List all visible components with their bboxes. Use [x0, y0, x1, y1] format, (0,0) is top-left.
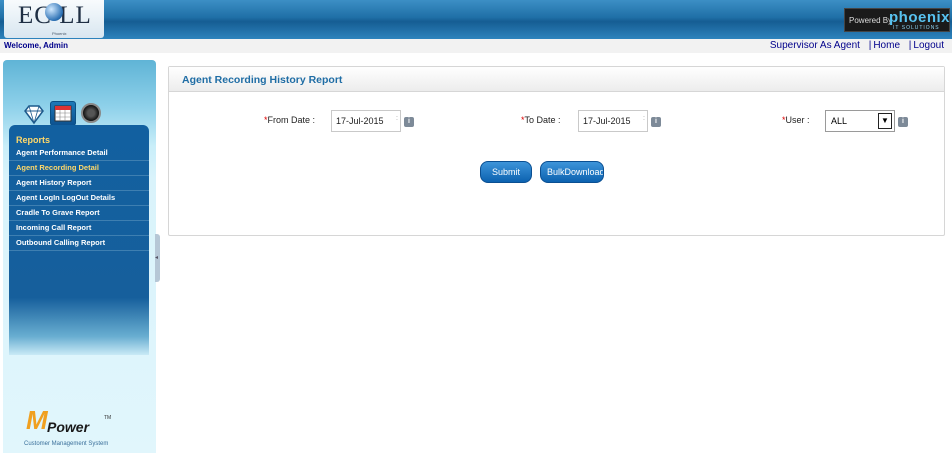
to-date-label-text: To Date : — [524, 115, 561, 125]
bulk-download-button[interactable]: BulkDownload — [540, 161, 604, 183]
diamond-icon[interactable] — [23, 103, 45, 125]
top-banner: EC LL Phoenix Powered By phoenix IT SOLU… — [0, 0, 952, 39]
sidebar-item-outbound-calling-report[interactable]: Outbound Calling Report — [9, 236, 149, 251]
collapse-arrow-icon: ◂ — [155, 255, 159, 261]
sidebar-item-agent-recording-detail[interactable]: Agent Recording Detail — [9, 161, 149, 176]
sidebar-item-cradle-to-grave-report[interactable]: Cradle To Grave Report — [9, 206, 149, 221]
welcome-text: Welcome, Admin — [4, 41, 69, 50]
to-date-value: 17-Jul-2015 — [583, 116, 631, 126]
sidebar-item-agent-performance-detail[interactable]: Agent Performance Detail — [9, 146, 149, 161]
logo-tagline: Phoenix — [52, 31, 67, 36]
phoenix-brand-sub: IT SOLUTIONS — [893, 25, 940, 31]
mpower-subtitle: Customer Management System — [24, 441, 109, 447]
sidebar-item-agent-login-logout-details[interactable]: Agent LogIn LogOut Details — [9, 191, 149, 206]
date-caret-icon: : — [643, 115, 645, 122]
top-links: Supervisor As Agent | Home | Logout — [770, 40, 944, 51]
user-select-value: ALL — [831, 116, 848, 126]
sidebar-collapse-handle[interactable]: ◂ — [155, 234, 160, 282]
info-icon[interactable]: i — [898, 117, 908, 127]
logo-globe-icon — [45, 3, 63, 21]
logout-link[interactable]: Logout — [913, 40, 944, 51]
ecall-logo: EC LL Phoenix — [4, 0, 104, 38]
reports-title: Reports — [16, 135, 51, 145]
info-icon[interactable]: i — [651, 117, 661, 127]
calendar-icon[interactable] — [50, 101, 76, 126]
sidebar: Reports Agent Performance Detail Agent R… — [3, 60, 156, 453]
phoenix-brand: phoenix — [889, 9, 951, 26]
from-date-label: *From Date : — [264, 115, 315, 125]
mpower-m-mark: M — [26, 405, 48, 435]
user-select[interactable]: ALL ▼ — [825, 110, 895, 132]
info-icon[interactable]: i — [404, 117, 414, 127]
powered-by-label: Powered By — [849, 16, 893, 25]
link-separator: | — [868, 40, 872, 51]
supervisor-as-agent-link[interactable]: Supervisor As Agent — [770, 40, 860, 51]
to-date-label: *To Date : — [521, 115, 561, 125]
mpower-name: Power — [47, 419, 90, 435]
to-date-input[interactable]: 17-Jul-2015: — [578, 110, 648, 132]
reports-menu: Reports Agent Performance Detail Agent R… — [9, 125, 149, 355]
powered-by-badge: Powered By phoenix IT SOLUTIONS — [844, 8, 950, 32]
home-link[interactable]: Home — [873, 40, 900, 51]
from-date-value: 17-Jul-2015 — [336, 116, 384, 126]
from-date-input[interactable]: 17-Jul-2015: — [331, 110, 401, 132]
date-caret-icon: : — [396, 115, 398, 122]
sidebar-item-agent-history-report[interactable]: Agent History Report — [9, 176, 149, 191]
from-date-label-text: From Date : — [267, 115, 316, 125]
submit-button[interactable]: Submit — [480, 161, 532, 183]
user-label: *User : — [782, 115, 810, 125]
sidebar-icon-tabs — [23, 101, 103, 126]
report-panel: Agent Recording History Report — [168, 66, 945, 236]
gauge-icon[interactable] — [81, 103, 101, 123]
sidebar-item-incoming-call-report[interactable]: Incoming Call Report — [9, 221, 149, 236]
chevron-down-icon[interactable]: ▼ — [878, 113, 892, 129]
panel-header: Agent Recording History Report — [169, 67, 944, 92]
mpower-logo: M Power TM Customer Management System — [22, 405, 142, 450]
page-title: Agent Recording History Report — [182, 74, 343, 86]
mpower-tm: TM — [104, 415, 112, 421]
user-label-text: User : — [785, 115, 810, 125]
link-separator: | — [908, 40, 912, 51]
